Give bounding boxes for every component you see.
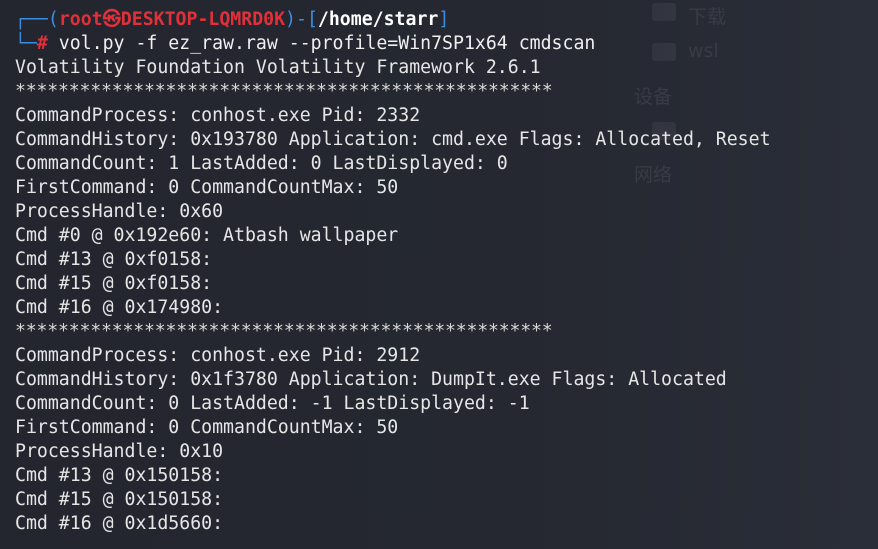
prompt-close: ]	[438, 9, 450, 30]
output-line: CommandProcess: conhost.exe Pid: 2912	[15, 345, 421, 366]
prompt-corner-top: ┌──(	[15, 9, 59, 30]
command-text: vol.py -f ez_raw.raw --profile=Win7SP1x6…	[47, 33, 596, 54]
output-line: FirstCommand: 0 CommandCountMax: 50	[15, 417, 399, 438]
output-line: Cmd #16 @ 0x1d5660:	[15, 513, 224, 534]
output-line: Cmd #13 @ 0xf0158:	[15, 249, 213, 270]
prompt-corner-bottom: └─	[15, 33, 37, 54]
output-separator: ****************************************…	[15, 321, 553, 342]
prompt-hash: #	[36, 33, 48, 54]
output-line: CommandCount: 1 LastAdded: 0 LastDisplay…	[15, 153, 508, 174]
output-line: CommandCount: 0 LastAdded: -1 LastDispla…	[15, 393, 530, 414]
prompt-separator: )-[	[285, 9, 318, 30]
prompt-path: /home/starr	[317, 9, 439, 30]
output-line: ProcessHandle: 0x10	[15, 441, 224, 462]
prompt-line: ┌──(root㉿DESKTOP-LQMRD0K)-[/home/starr]	[15, 8, 771, 32]
output-line: ProcessHandle: 0x60	[15, 201, 224, 222]
prompt-user-host: root㉿DESKTOP-LQMRD0K	[58, 9, 286, 30]
output-line: Cmd #16 @ 0x174980:	[15, 297, 224, 318]
command-line[interactable]: └─# vol.py -f ez_raw.raw --profile=Win7S…	[15, 32, 771, 56]
output-line: Cmd #15 @ 0xf0158:	[15, 273, 213, 294]
output-line: Cmd #13 @ 0x150158:	[15, 465, 224, 486]
output-line: CommandHistory: 0x193780 Application: cm…	[15, 129, 771, 150]
output-separator: ****************************************…	[15, 81, 553, 102]
terminal-output: ┌──(root㉿DESKTOP-LQMRD0K)-[/home/starr] …	[15, 8, 771, 536]
output-line: FirstCommand: 0 CommandCountMax: 50	[15, 177, 399, 198]
output-line: CommandHistory: 0x1f3780 Application: Du…	[15, 369, 727, 390]
output-line: Volatility Foundation Volatility Framewo…	[15, 57, 541, 78]
output-line: CommandProcess: conhost.exe Pid: 2332	[15, 105, 421, 126]
output-line: Cmd #15 @ 0x150158:	[15, 489, 224, 510]
output-line: Cmd #0 @ 0x192e60: Atbash wallpaper	[15, 225, 399, 246]
terminal-window[interactable]: 下载 wsl 设备 网络 ┌──(root㉿DESKTOP-LQMRD0K)-[…	[0, 0, 878, 549]
